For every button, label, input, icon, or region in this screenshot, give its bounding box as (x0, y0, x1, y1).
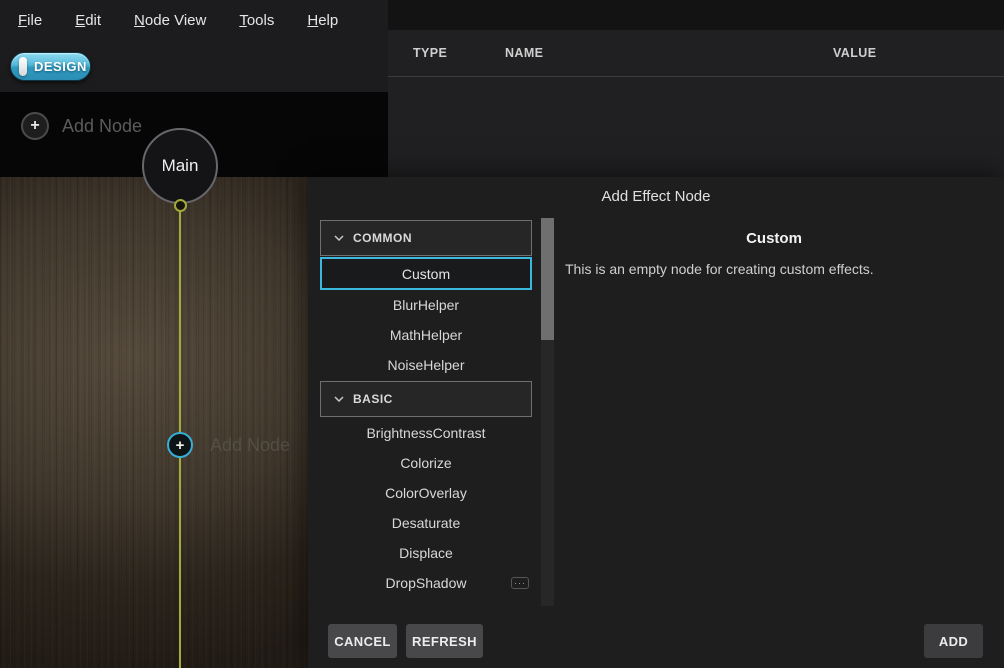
menu-edit[interactable]: Edit (75, 12, 101, 29)
chevron-down-icon (334, 396, 344, 402)
ellipsis-icon[interactable]: ··· (511, 577, 529, 589)
toolbar: DESIGN (0, 40, 388, 92)
plus-icon: + (21, 112, 49, 140)
main-node-output-port[interactable] (174, 199, 187, 212)
effect-item-selected[interactable]: Custom (320, 257, 532, 290)
menu-bar: File Edit Node View Tools Help (0, 0, 388, 40)
add-node-button-top[interactable]: + Add Node (21, 112, 142, 140)
design-toggle-label: DESIGN (34, 59, 87, 74)
refresh-button[interactable]: REFRESH (406, 624, 483, 658)
effect-item-label: DropShadow (386, 575, 467, 591)
plus-icon: + (167, 432, 193, 458)
menu-node-view[interactable]: Node View (134, 12, 206, 29)
application-window: File Edit Node View Tools Help DESIGN (0, 0, 1004, 668)
column-header-value: VALUE (833, 46, 876, 60)
menu-file[interactable]: File (18, 12, 42, 29)
column-header-type: TYPE (413, 46, 447, 60)
effect-item[interactable]: Desaturate (320, 508, 532, 538)
scrollbar-thumb[interactable] (541, 218, 554, 340)
effect-list-scrollbar[interactable] (541, 218, 554, 606)
effect-item[interactable]: Displace (320, 538, 532, 568)
effect-item[interactable]: ColorOverlay (320, 478, 532, 508)
section-header-basic[interactable]: BASIC (320, 381, 532, 417)
add-button[interactable]: ADD (924, 624, 983, 658)
effect-detail-heading: Custom (565, 230, 983, 247)
section-label: BASIC (353, 392, 393, 406)
add-node-label: Add Node (210, 435, 290, 456)
effect-item[interactable]: BlurHelper (320, 290, 532, 320)
main-node[interactable]: Main (142, 128, 218, 204)
chevron-down-icon (334, 235, 344, 241)
add-effect-node-dialog: Add Effect Node COMMON Custom BlurHelper… (308, 177, 1004, 668)
menu-tools[interactable]: Tools (239, 12, 274, 29)
effect-type-list: COMMON Custom BlurHelper MathHelper Nois… (320, 220, 532, 598)
effect-item[interactable]: MathHelper (320, 320, 532, 350)
toggle-knob-icon (19, 57, 27, 76)
dialog-title: Add Effect Node (308, 188, 1004, 205)
cancel-button[interactable]: CANCEL (328, 624, 397, 658)
effect-item[interactable]: BrightnessContrast (320, 418, 532, 448)
section-label: COMMON (353, 231, 412, 245)
effect-item[interactable]: NoiseHelper (320, 350, 532, 380)
effect-item[interactable]: DropShadow ··· (320, 568, 532, 598)
section-header-common[interactable]: COMMON (320, 220, 532, 256)
add-node-label: Add Node (62, 116, 142, 137)
effect-item[interactable]: Colorize (320, 448, 532, 478)
design-mode-toggle[interactable]: DESIGN (10, 52, 91, 81)
menu-help[interactable]: Help (307, 12, 338, 29)
column-header-name: NAME (505, 46, 543, 60)
effect-detail-description: This is an empty node for creating custo… (565, 261, 989, 277)
properties-panel-top-strip (388, 0, 1004, 30)
add-node-button-insert[interactable]: + Add Node (167, 432, 290, 458)
properties-table-header: TYPE NAME VALUE (388, 30, 1004, 77)
main-node-label: Main (162, 156, 199, 176)
